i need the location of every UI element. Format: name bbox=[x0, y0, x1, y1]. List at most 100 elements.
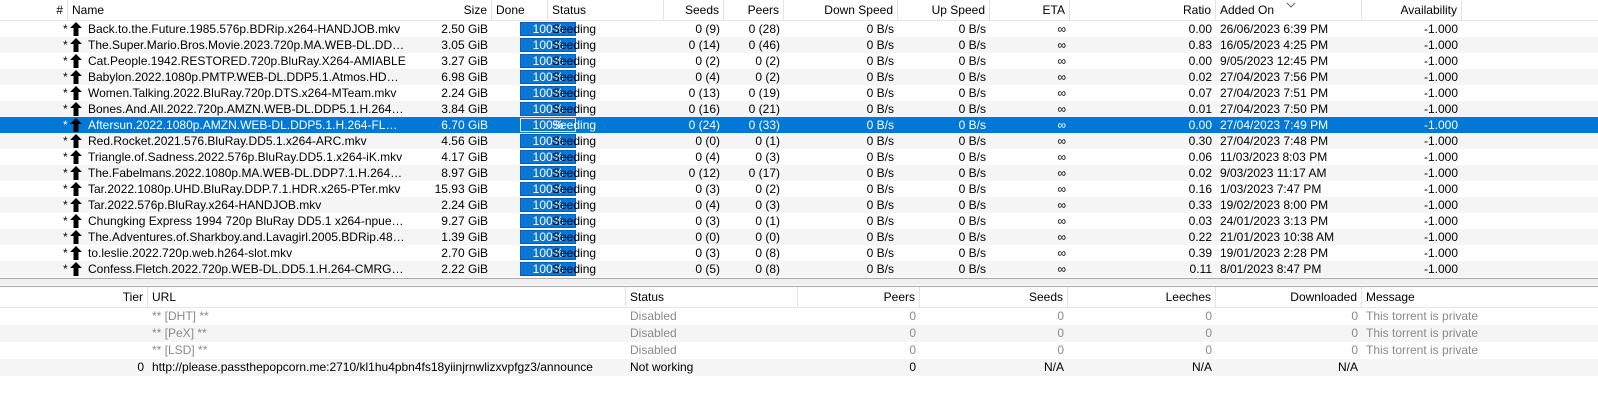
torrent-row[interactable]: * The.Super.Mario.Bros.Movie.2023.720p.M… bbox=[0, 37, 1598, 53]
torrent-peers: 0 (46) bbox=[748, 38, 780, 52]
up-arrow-icon bbox=[70, 230, 82, 244]
torrent-name: Chungking Express 1994 720p BluRay DD5.1… bbox=[88, 214, 410, 228]
col-up-speed-header[interactable]: Up Speed bbox=[898, 0, 990, 20]
torrent-added-on: 19/02/2023 8:00 PM bbox=[1220, 198, 1329, 212]
torrent-ratio: 0.11 bbox=[1189, 262, 1212, 276]
torrent-ratio: 0.06 bbox=[1188, 150, 1212, 164]
col-availability-header[interactable]: Availability bbox=[1362, 0, 1462, 20]
torrent-name: Cat.People.1942.RESTORED.720p.BluRay.X26… bbox=[88, 54, 406, 68]
torrent-down-speed: 0 B/s bbox=[866, 198, 894, 212]
torrent-row[interactable]: * Confess.Fletch.2022.720p.WEB-DL.DD5.1.… bbox=[0, 261, 1598, 277]
col-peers-header[interactable]: Peers bbox=[724, 0, 784, 20]
torrent-name: The.Super.Mario.Bros.Movie.2023.720p.MA.… bbox=[88, 38, 410, 52]
torrent-eta: ∞ bbox=[1057, 54, 1066, 68]
torrent-row[interactable]: * to.leslie.2022.720p.web.h264-slot.mkv … bbox=[0, 245, 1598, 261]
torrent-availability: -1.000 bbox=[1423, 134, 1458, 148]
torrent-peers: 0 (19) bbox=[748, 86, 780, 100]
torrent-peers: 0 (17) bbox=[748, 166, 780, 180]
torrent-row[interactable]: * Aftersun.2022.1080p.AMZN.WEB-DL.DDP5.1… bbox=[0, 117, 1598, 133]
tracker-list[interactable]: Tier URL Status Peers Seeds Leeches Down… bbox=[0, 286, 1598, 419]
col-eta-header[interactable]: ETA bbox=[990, 0, 1070, 20]
torrent-seeds: 0 (24) bbox=[688, 118, 720, 132]
torrent-down-speed: 0 B/s bbox=[866, 230, 894, 244]
col-url-header[interactable]: URL bbox=[148, 287, 626, 307]
col-message-header[interactable]: Message bbox=[1362, 287, 1598, 307]
tracker-downloaded: 0 bbox=[1351, 326, 1358, 340]
col-leeches-header[interactable]: Leeches bbox=[1068, 287, 1216, 307]
torrent-row[interactable]: * The.Fabelmans.2022.1080p.MA.WEB-DL.DDP… bbox=[0, 165, 1598, 181]
col-done-header[interactable]: Done bbox=[492, 0, 548, 20]
torrent-ratio: 0.07 bbox=[1188, 86, 1212, 100]
col-ratio-header[interactable]: Ratio bbox=[1070, 0, 1216, 20]
torrent-size: 3.05 GiB bbox=[441, 38, 488, 52]
torrent-availability: -1.000 bbox=[1423, 22, 1458, 36]
torrent-row[interactable]: * Tar.2022.576p.BluRay.x264-HANDJOB.mkv … bbox=[0, 197, 1598, 213]
tracker-row[interactable]: ** [DHT] ** Disabled 0 0 0 0 This torren… bbox=[0, 308, 1598, 325]
torrent-added-on: 27/04/2023 7:51 PM bbox=[1220, 86, 1329, 100]
torrent-peers: 0 (28) bbox=[748, 22, 780, 36]
col-num-header[interactable]: # bbox=[0, 0, 68, 20]
col-size-header[interactable]: Size bbox=[410, 0, 492, 20]
torrent-ratio: 0.30 bbox=[1188, 134, 1212, 148]
torrent-up-speed: 0 B/s bbox=[958, 22, 986, 36]
up-arrow-icon bbox=[70, 198, 82, 212]
torrent-peers: 0 (2) bbox=[755, 182, 780, 196]
torrent-name: to.leslie.2022.720p.web.h264-slot.mkv bbox=[88, 246, 293, 260]
tracker-downloaded: N/A bbox=[1337, 360, 1358, 374]
torrent-row[interactable]: * Women.Talking.2022.BluRay.720p.DTS.x26… bbox=[0, 85, 1598, 101]
torrent-row[interactable]: * The.Adventures.of.Sharkboy.and.Lavagir… bbox=[0, 229, 1598, 245]
up-arrow-icon bbox=[70, 70, 82, 84]
torrent-availability: -1.000 bbox=[1423, 198, 1458, 212]
torrent-ratio: 0.00 bbox=[1188, 54, 1212, 68]
col-status-header[interactable]: Status bbox=[548, 0, 664, 20]
torrent-row[interactable]: * Cat.People.1942.RESTORED.720p.BluRay.X… bbox=[0, 53, 1598, 69]
tracker-row[interactable]: ** [PeX] ** Disabled 0 0 0 0 This torren… bbox=[0, 325, 1598, 342]
torrent-down-speed: 0 B/s bbox=[866, 262, 894, 276]
torrent-row[interactable]: * Triangle.of.Sadness.2022.576p.BluRay.D… bbox=[0, 149, 1598, 165]
torrent-size: 8.97 GiB bbox=[441, 166, 488, 180]
torrent-name: Aftersun.2022.1080p.AMZN.WEB-DL.DDP5.1.H… bbox=[88, 118, 410, 132]
col-tier-header[interactable]: Tier bbox=[0, 287, 148, 307]
torrent-row[interactable]: * Tar.2022.1080p.UHD.BluRay.DDP.7.1.HDR.… bbox=[0, 181, 1598, 197]
tracker-message bbox=[1362, 359, 1598, 376]
torrent-row[interactable]: * Babylon.2022.1080p.PMTP.WEB-DL.DDP5.1.… bbox=[0, 69, 1598, 85]
col-tracker-seeds-header[interactable]: Seeds bbox=[920, 287, 1068, 307]
col-tracker-peers-header[interactable]: Peers bbox=[798, 287, 920, 307]
torrent-up-speed: 0 B/s bbox=[958, 150, 986, 164]
torrent-up-speed: 0 B/s bbox=[958, 166, 986, 180]
torrent-row[interactable]: * Bones.And.All.2022.720p.AMZN.WEB-DL.DD… bbox=[0, 101, 1598, 117]
col-seeds-header[interactable]: Seeds bbox=[664, 0, 724, 20]
torrent-status: Seeding bbox=[552, 134, 597, 148]
torrent-added-on: 24/01/2023 3:13 PM bbox=[1220, 214, 1329, 228]
torrent-added-on: 9/03/2023 11:17 AM bbox=[1220, 166, 1327, 180]
torrent-availability: -1.000 bbox=[1423, 54, 1458, 68]
torrent-rows: * Back.to.the.Future.1985.576p.BDRip.x26… bbox=[0, 21, 1598, 277]
torrent-row[interactable]: * Back.to.the.Future.1985.576p.BDRip.x26… bbox=[0, 21, 1598, 37]
torrent-status: Seeding bbox=[552, 118, 597, 132]
torrent-peers: 0 (1) bbox=[755, 134, 780, 148]
tracker-row[interactable]: ** [LSD] ** Disabled 0 0 0 0 This torren… bbox=[0, 342, 1598, 359]
pane-splitter[interactable] bbox=[0, 279, 1598, 285]
torrent-availability: -1.000 bbox=[1423, 70, 1458, 84]
torrent-availability: -1.000 bbox=[1423, 118, 1458, 132]
torrent-up-speed: 0 B/s bbox=[958, 86, 986, 100]
up-arrow-icon bbox=[70, 182, 82, 196]
torrent-ratio: 0.83 bbox=[1188, 38, 1212, 52]
torrent-up-speed: 0 B/s bbox=[958, 118, 986, 132]
tracker-row[interactable]: 0 http://please.passthepopcorn.me:2710/k… bbox=[0, 359, 1598, 376]
col-downloaded-header[interactable]: Downloaded bbox=[1216, 287, 1362, 307]
torrent-peers: 0 (8) bbox=[755, 262, 780, 276]
torrent-status: Seeding bbox=[552, 150, 597, 164]
tracker-peers: 0 bbox=[909, 309, 916, 323]
torrent-row[interactable]: * Chungking Express 1994 720p BluRay DD5… bbox=[0, 213, 1598, 229]
torrent-status: Seeding bbox=[552, 86, 597, 100]
torrent-ratio: 0.02 bbox=[1188, 166, 1212, 180]
torrent-up-speed: 0 B/s bbox=[958, 262, 986, 276]
torrent-name: Back.to.the.Future.1985.576p.BDRip.x264-… bbox=[88, 22, 401, 36]
col-down-speed-header[interactable]: Down Speed bbox=[784, 0, 898, 20]
torrent-added-on: 27/04/2023 7:50 PM bbox=[1220, 102, 1329, 116]
torrent-row[interactable]: * Red.Rocket.2021.576.BluRay.DD5.1.x264-… bbox=[0, 133, 1598, 149]
tracker-rows: ** [DHT] ** Disabled 0 0 0 0 This torren… bbox=[0, 308, 1598, 376]
col-tracker-status-header[interactable]: Status bbox=[626, 287, 798, 307]
torrent-list[interactable]: # Name Size Done Status Seeds Peers Down… bbox=[0, 0, 1598, 279]
